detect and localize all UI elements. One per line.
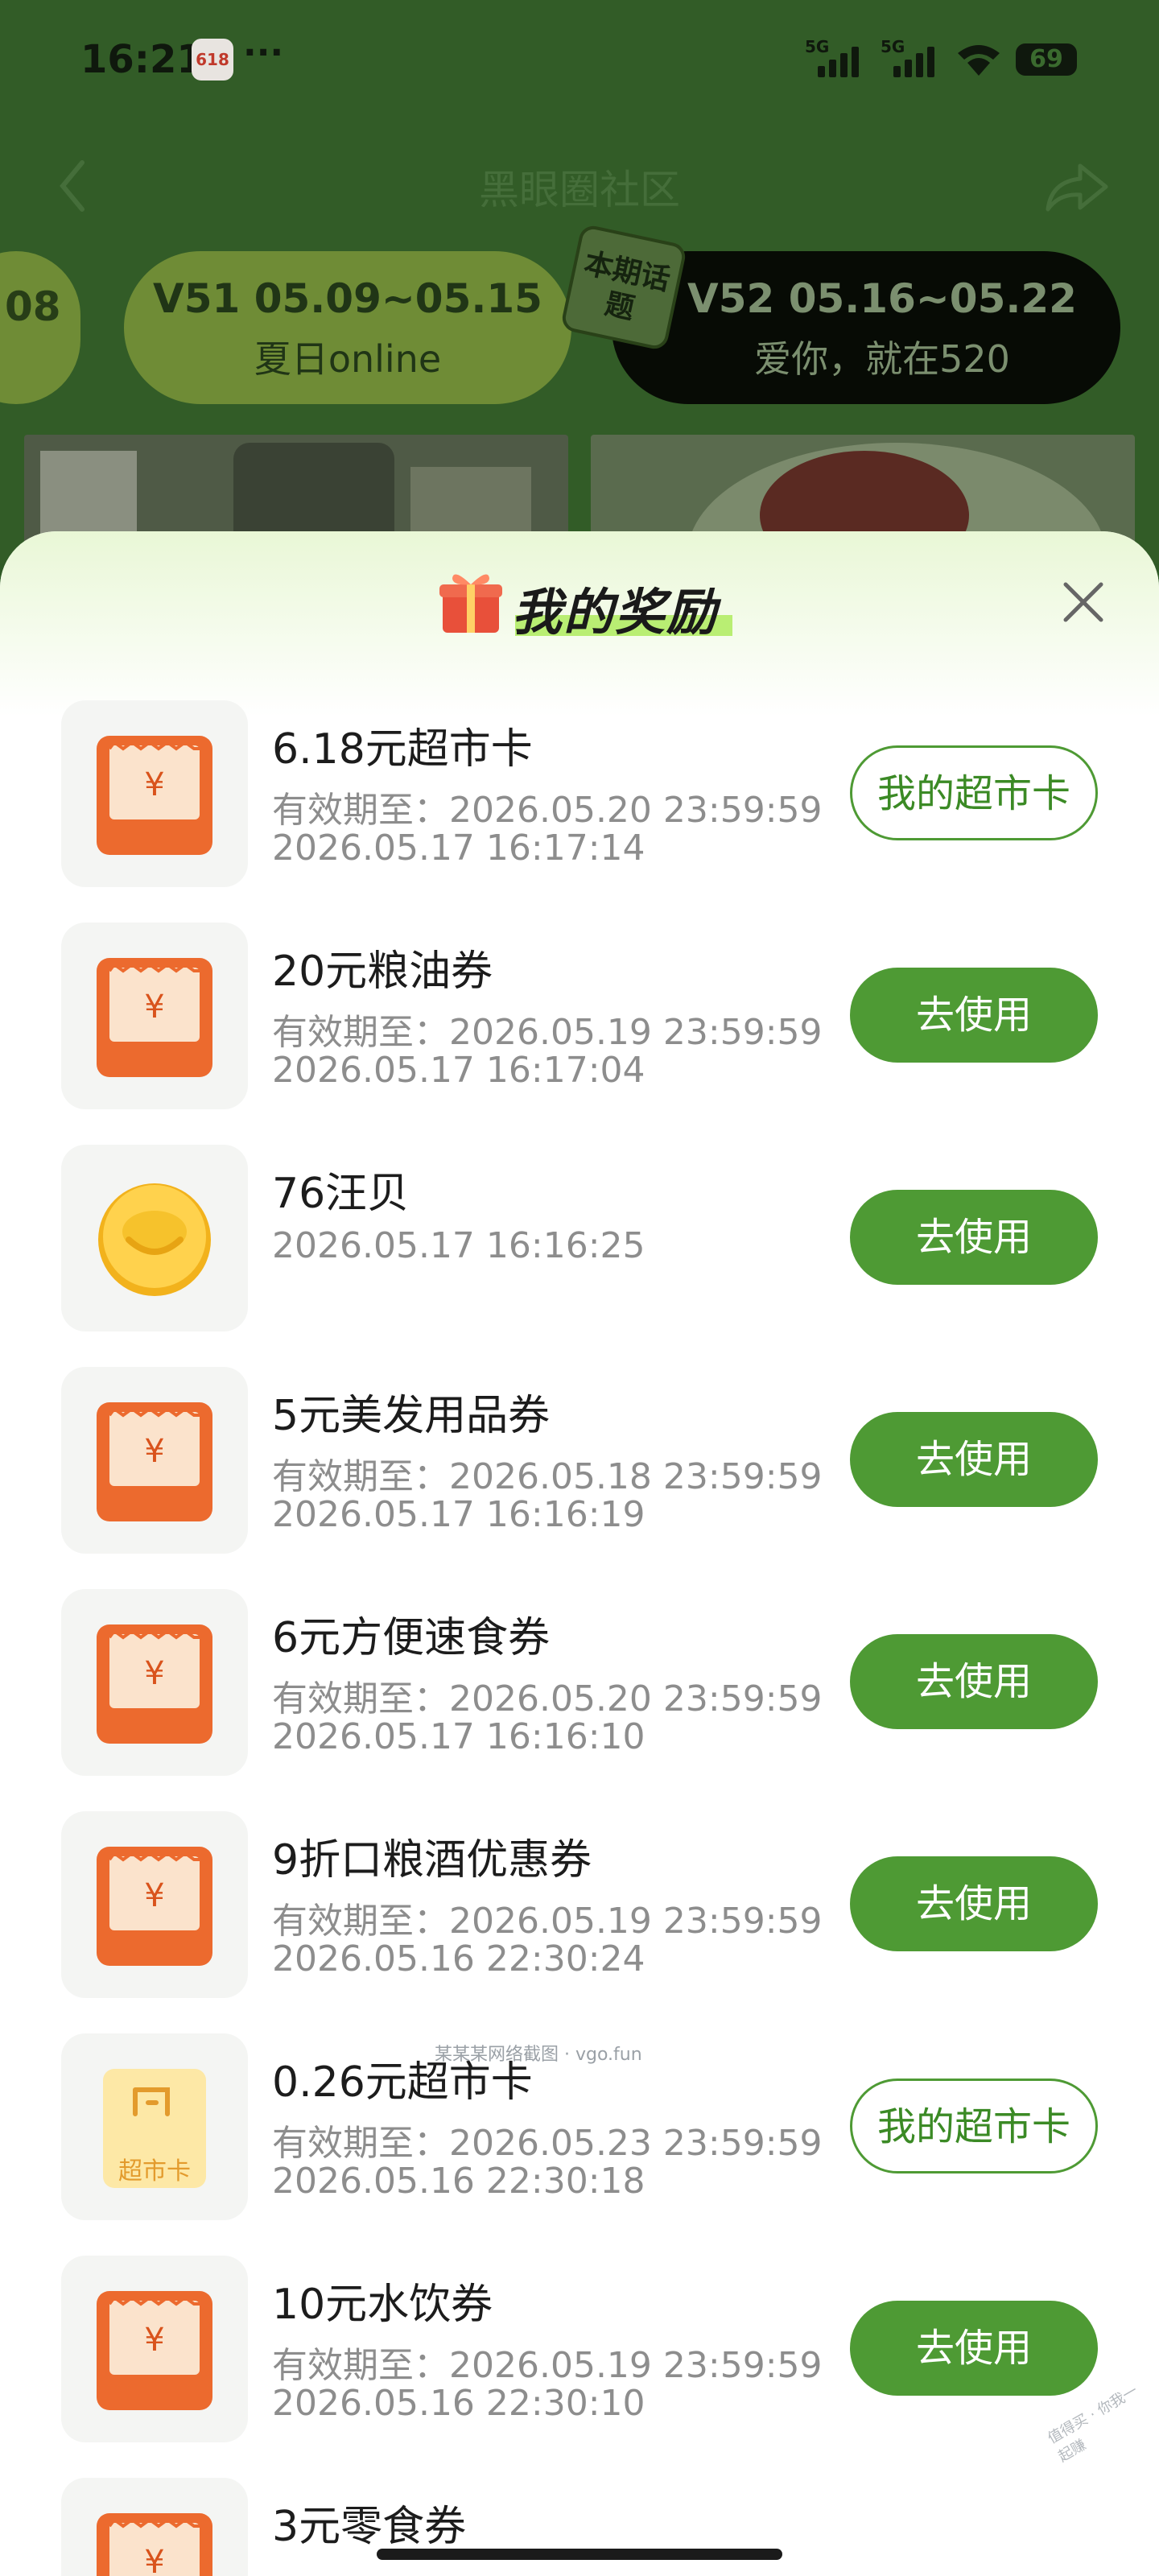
signal-icon: 5G [805, 37, 861, 77]
reward-expiry: 有效期至：2026.05.23 23:59:59 [272, 2123, 823, 2164]
home-indicator[interactable] [377, 2549, 782, 2560]
reward-row: ¥ 5元美发用品券有效期至：2026.05.18 23:59:59 2026.05… [0, 1367, 1159, 1554]
use-button[interactable]: 去使用 [850, 968, 1098, 1063]
period-tab-topic: 夏日online [254, 337, 442, 381]
rewards-sheet: 我的奖励 ¥ 6.18元超市卡 有效期至：2026.05.20 23:59:59 2… [0, 531, 1159, 2576]
coupon-icon: ¥ [61, 2256, 248, 2442]
use-button[interactable]: 去使用 [850, 1412, 1098, 1507]
coupon-icon: ¥ [61, 2478, 248, 2576]
share-icon[interactable] [1043, 159, 1111, 216]
supermarket-card-icon: 超市卡 [61, 2033, 248, 2220]
reward-row: ¥ 3元零食券 [0, 2478, 1159, 2576]
reward-name: 76汪贝 [272, 1170, 410, 1218]
reward-name: 9折口粮酒优惠券 [272, 1836, 592, 1885]
nav-bar: 黑眼圈社区 [0, 145, 1159, 225]
reward-timestamp: 2026.05.17 16:16:19 [272, 1494, 645, 1535]
my-supermarket-card-button[interactable]: 我的超市卡 [850, 745, 1098, 840]
use-button[interactable]: 去使用 [850, 2301, 1098, 2396]
use-button[interactable]: 去使用 [850, 1190, 1098, 1285]
status-bar: 16:21 618 ··· 5G 5G 69 [0, 32, 1159, 97]
svg-text:¥: ¥ [144, 1877, 164, 1914]
gold-coin-icon [61, 1145, 248, 1331]
coupon-icon: ¥ [61, 923, 248, 1109]
reward-timestamp: 2026.05.17 16:17:14 [272, 828, 645, 869]
signal-icon-2: 5G [881, 37, 937, 77]
period-tab-dates: V51 05.09~05.15 [153, 275, 542, 322]
more-notifications-icon: ··· [243, 32, 284, 73]
reward-expiry: 有效期至：2026.05.20 23:59:59 [272, 790, 823, 831]
close-icon[interactable] [1056, 575, 1111, 630]
coupon-icon: ¥ [61, 1811, 248, 1998]
reward-expiry: 有效期至：2026.05.18 23:59:59 [272, 1456, 823, 1497]
use-button[interactable]: 去使用 [850, 1634, 1098, 1729]
period-tab-v52[interactable]: V52 05.16~05.22 爱你，就在520 [612, 251, 1120, 404]
reward-expiry: 有效期至：2026.05.19 23:59:59 [272, 1901, 823, 1942]
reward-name: 5元美发用品券 [272, 1392, 551, 1440]
reward-expiry: 有效期至：2026.05.20 23:59:59 [272, 1678, 823, 1719]
svg-text:¥: ¥ [144, 1433, 164, 1470]
reward-row: ¥ 6.18元超市卡有效期至：2026.05.20 23:59:59 2026.0… [0, 700, 1159, 887]
period-tab-topic: 爱你，就在520 [754, 337, 1010, 381]
coupon-icon: ¥ [61, 700, 248, 887]
gift-icon [439, 574, 502, 633]
period-tab-label: 08 [5, 283, 61, 330]
reward-row: ¥ 9折口粮酒优惠券有效期至：2026.05.19 23:59:59 2026.0… [0, 1811, 1159, 1998]
svg-text:¥: ¥ [144, 2322, 164, 2359]
svg-text:¥: ¥ [144, 989, 164, 1026]
sheet-title: 我的奖励 [512, 583, 719, 642]
period-tab-v51[interactable]: V51 05.09~05.15 夏日online [124, 251, 571, 404]
reward-timestamp: 2026.05.17 16:16:10 [272, 1716, 645, 1757]
reward-name: 20元粮油券 [272, 947, 493, 996]
svg-text:¥: ¥ [144, 1655, 164, 1692]
signal-label-2: 5G [881, 37, 905, 56]
status-time: 16:21 [80, 37, 204, 82]
reward-timestamp: 2026.05.16 22:30:24 [272, 1938, 645, 1979]
reward-name: 3元零食券 [272, 2503, 467, 2551]
svg-text:¥: ¥ [144, 2544, 164, 2576]
reward-timestamp: 2026.05.16 22:30:10 [272, 2383, 645, 2424]
reward-name: 6.18元超市卡 [272, 725, 533, 774]
battery-icon: 69 [1016, 43, 1077, 76]
current-topic-tag: 本期话题 [559, 223, 688, 352]
svg-text:¥: ¥ [144, 766, 164, 803]
card-label: 超市卡 [118, 2157, 191, 2186]
coupon-icon: ¥ [61, 1367, 248, 1554]
reward-expiry: 有效期至：2026.05.19 23:59:59 [272, 2345, 823, 2386]
reward-timestamp: 2026.05.16 22:30:18 [272, 2161, 645, 2202]
reward-row: ¥ 10元水饮券有效期至：2026.05.19 23:59:59 2026.05.… [0, 2256, 1159, 2442]
signal-label: 5G [805, 37, 830, 56]
reward-name: 6元方便速食券 [272, 1614, 551, 1662]
app-badge-icon: 618 [192, 39, 233, 80]
use-button[interactable]: 去使用 [850, 1856, 1098, 1951]
reward-row: ¥ 20元粮油券有效期至：2026.05.19 23:59:59 2026.05.… [0, 923, 1159, 1109]
reward-row: 76汪贝 2026.05.17 16:16:25 去使用 [0, 1145, 1159, 1331]
reward-name: 10元水饮券 [272, 2281, 493, 2329]
reward-timestamp: 2026.05.17 16:16:25 [272, 1225, 645, 1266]
period-tab-dates: V52 05.16~05.22 [687, 275, 1077, 322]
reward-row: ¥ 6元方便速食券有效期至：2026.05.20 23:59:59 2026.05… [0, 1589, 1159, 1776]
wifi-icon [958, 45, 1000, 76]
my-supermarket-card-button[interactable]: 我的超市卡 [850, 2079, 1098, 2174]
reward-timestamp: 2026.05.17 16:17:04 [272, 1050, 645, 1091]
reward-expiry: 有效期至：2026.05.19 23:59:59 [272, 1012, 823, 1053]
page-title: 黑眼圈社区 [479, 167, 680, 213]
coupon-icon: ¥ [61, 1589, 248, 1776]
watermark: 某某某网络截图 · vgo.fun [435, 2045, 642, 2065]
